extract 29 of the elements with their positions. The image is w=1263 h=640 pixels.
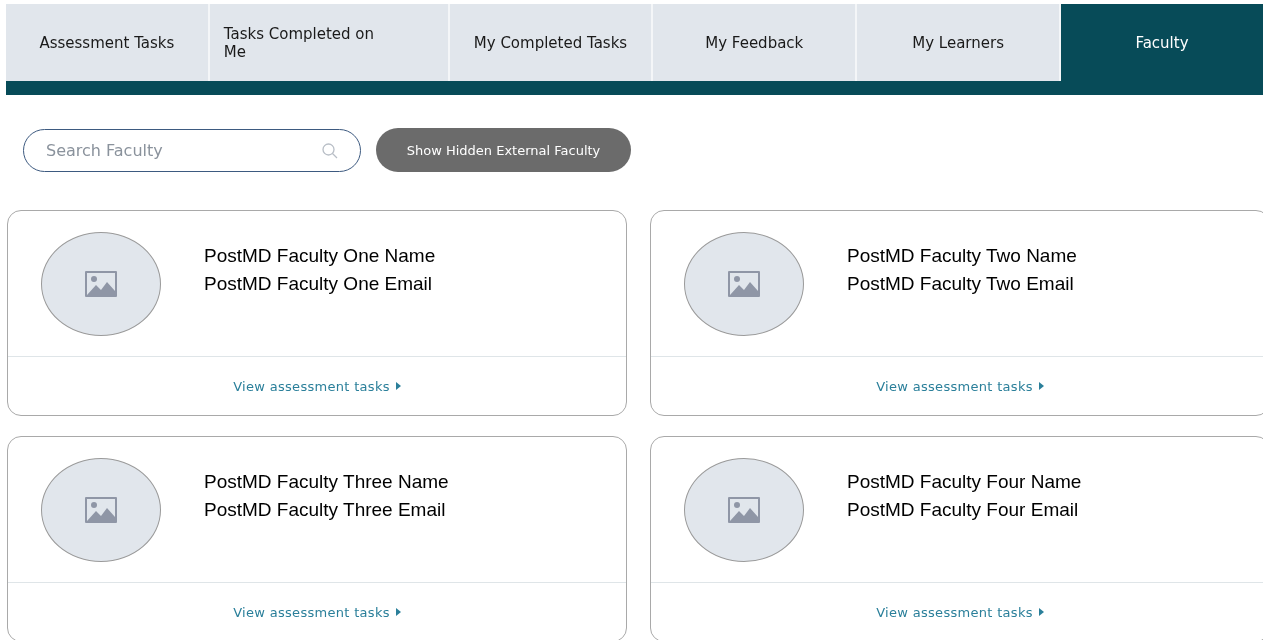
view-tasks-link[interactable]: View assessment tasks xyxy=(233,378,401,394)
image-placeholder-icon xyxy=(728,496,760,523)
caret-icon xyxy=(395,382,401,390)
search-icon xyxy=(321,141,339,160)
tab[interactable]: Tasks Completed on Me xyxy=(209,4,450,81)
tab[interactable]: Faculty xyxy=(1061,4,1263,81)
caret-icon xyxy=(395,608,401,616)
tab[interactable]: Assessment Tasks xyxy=(6,4,210,81)
faculty-name: PostMD Faculty One Name xyxy=(204,244,436,267)
faculty-email: PostMD Faculty Two Email xyxy=(847,272,1075,295)
tab[interactable]: My Feedback xyxy=(653,4,858,81)
image-placeholder-icon xyxy=(85,270,117,297)
show-hidden-button[interactable]: Show Hidden External Faculty xyxy=(376,128,631,172)
faculty-name: PostMD Faculty Four Name xyxy=(847,470,1082,493)
image-placeholder-icon xyxy=(728,270,760,297)
tab[interactable]: My Learners xyxy=(857,4,1061,81)
caret-icon xyxy=(1038,608,1044,616)
view-tasks-link[interactable]: View assessment tasks xyxy=(876,378,1044,394)
view-tasks-link[interactable]: View assessment tasks xyxy=(233,604,401,620)
search-field[interactable]: Search Faculty xyxy=(23,128,361,172)
faculty-email: PostMD Faculty One Email xyxy=(204,272,434,295)
faculty-email: PostMD Faculty Four Email xyxy=(847,498,1080,521)
faculty-name: PostMD Faculty Two Name xyxy=(847,244,1077,267)
caret-icon xyxy=(1038,382,1044,390)
image-placeholder-icon xyxy=(85,496,117,523)
tab[interactable]: My Completed Tasks xyxy=(449,4,654,81)
view-tasks-link[interactable]: View assessment tasks xyxy=(876,604,1044,620)
faculty-name: PostMD Faculty Three Name xyxy=(204,470,449,493)
faculty-email: PostMD Faculty Three Email xyxy=(204,498,447,521)
